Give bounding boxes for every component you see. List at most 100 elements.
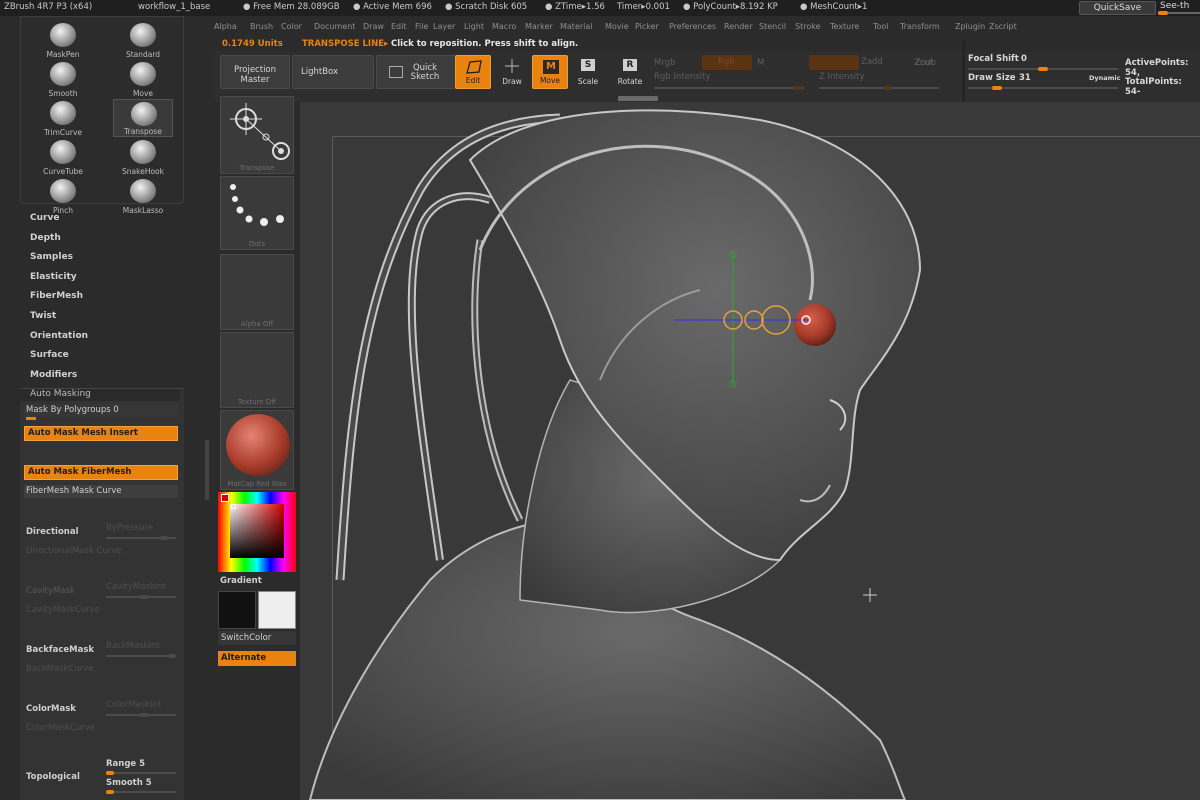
subpalette-modifiers[interactable]: Modifiers bbox=[30, 370, 77, 380]
mask-by-polygroups-slider[interactable]: Mask By Polygroups 0 bbox=[24, 404, 178, 420]
subpalette-orientation[interactable]: Orientation bbox=[30, 331, 88, 341]
left-tray-scroll[interactable] bbox=[205, 440, 209, 500]
subpalette-samples[interactable]: Samples bbox=[30, 252, 73, 262]
menu-render[interactable]: Render bbox=[724, 22, 752, 31]
alpha-slot[interactable]: Alpha Off bbox=[220, 254, 294, 330]
menu-zplugin[interactable]: Zplugin bbox=[955, 22, 985, 31]
brush-transpose[interactable]: Transpose bbox=[113, 99, 173, 137]
move-button[interactable]: M Move bbox=[532, 55, 568, 89]
secondary-color-swatch[interactable] bbox=[258, 591, 296, 629]
directional-mask-curve[interactable]: DirectionalMask Curve bbox=[26, 546, 122, 556]
directional-toggle[interactable]: Directional bbox=[26, 527, 78, 537]
color-picker[interactable] bbox=[218, 492, 296, 572]
brush-trimcurve[interactable]: TrimCurve bbox=[33, 99, 93, 137]
menu-light[interactable]: Light bbox=[464, 22, 484, 31]
subpalette-elasticity[interactable]: Elasticity bbox=[30, 272, 77, 282]
brush-standard[interactable]: Standard bbox=[113, 21, 173, 59]
brush-curvetube[interactable]: CurveTube bbox=[33, 138, 93, 176]
brush-pinch[interactable]: Pinch bbox=[33, 177, 93, 215]
menu-material[interactable]: Material bbox=[560, 22, 593, 31]
rgb-toggle[interactable]: Rgb bbox=[702, 55, 752, 70]
brush-snakehook[interactable]: SnakeHook bbox=[113, 138, 173, 176]
menu-zscript[interactable]: Zscript bbox=[989, 22, 1017, 31]
subpalette-curve[interactable]: Curve bbox=[30, 213, 59, 223]
subpalette-fibermesh[interactable]: FiberMesh bbox=[30, 291, 83, 301]
draw-size-slider[interactable] bbox=[968, 86, 1118, 90]
zcut-toggle[interactable]: Zcut bbox=[914, 58, 933, 68]
focal-shift-slider[interactable] bbox=[968, 67, 1118, 71]
color-mask-int-slider[interactable]: ColorMaskInt bbox=[106, 700, 161, 710]
see-through-slider[interactable] bbox=[1158, 11, 1200, 15]
menu-document[interactable]: Document bbox=[314, 22, 355, 31]
stroke-dots-slot[interactable]: Dots bbox=[220, 176, 294, 250]
quick-sketch-button[interactable]: Quick Sketch bbox=[376, 55, 456, 89]
menu-brush[interactable]: Brush bbox=[250, 22, 273, 31]
subpalette-twist[interactable]: Twist bbox=[30, 311, 56, 321]
back-mask-int-track[interactable] bbox=[106, 654, 176, 658]
scale-button[interactable]: S Scale bbox=[572, 55, 604, 89]
menu-macro[interactable]: Macro bbox=[492, 22, 516, 31]
menu-preferences[interactable]: Preferences bbox=[669, 22, 716, 31]
brush-move[interactable]: Move bbox=[113, 60, 173, 98]
main-color-swatch[interactable] bbox=[218, 591, 256, 629]
range-track[interactable] bbox=[106, 771, 176, 775]
menu-marker[interactable]: Marker bbox=[525, 22, 553, 31]
mrgb-toggle[interactable]: Mrgb bbox=[654, 58, 675, 68]
color-mask-int-track[interactable] bbox=[106, 713, 176, 717]
draw-button[interactable]: Draw bbox=[494, 55, 530, 89]
subpalette-depth[interactable]: Depth bbox=[30, 233, 61, 243]
fibermesh-mask-curve[interactable]: FiberMesh Mask Curve bbox=[24, 485, 178, 498]
rgb-intensity-slider[interactable] bbox=[654, 86, 804, 90]
rotate-button[interactable]: R Rotate bbox=[612, 55, 648, 89]
menu-transform[interactable]: Transform bbox=[900, 22, 940, 31]
cavity-mask-int-track[interactable] bbox=[106, 595, 176, 599]
z-intensity-slider[interactable] bbox=[819, 86, 939, 90]
color-picker-square[interactable] bbox=[230, 504, 284, 558]
smooth-track[interactable] bbox=[106, 790, 176, 794]
brush-smooth[interactable]: Smooth bbox=[33, 60, 93, 98]
cavity-mask-int-slider[interactable]: CavityMaskInt bbox=[106, 582, 166, 592]
menu-stencil[interactable]: Stencil bbox=[759, 22, 786, 31]
quicksave-button[interactable]: QuickSave bbox=[1079, 1, 1156, 15]
backface-mask-toggle[interactable]: BackfaceMask bbox=[26, 645, 94, 655]
texture-slot[interactable]: Texture Off bbox=[220, 332, 294, 408]
lightbox-button[interactable]: LightBox bbox=[292, 55, 374, 89]
m-toggle[interactable]: M bbox=[757, 58, 764, 68]
gradient-label[interactable]: Gradient bbox=[220, 576, 262, 586]
auto-mask-mesh-insert-toggle[interactable]: Auto Mask Mesh Insert bbox=[24, 426, 178, 441]
topological-toggle[interactable]: Topological bbox=[26, 772, 80, 782]
zadd-toggle[interactable]: Zadd bbox=[809, 55, 883, 70]
menu-picker[interactable]: Picker bbox=[635, 22, 659, 31]
back-mask-int-slider[interactable]: BackMaskInt bbox=[106, 641, 160, 651]
menu-stroke[interactable]: Stroke bbox=[795, 22, 821, 31]
menu-layer[interactable]: Layer bbox=[433, 22, 455, 31]
menu-movie[interactable]: Movie bbox=[605, 22, 629, 31]
transpose-brush-slot[interactable]: Transpose bbox=[220, 96, 294, 174]
brush-maskpen[interactable]: MaskPen bbox=[33, 21, 93, 59]
by-pressure-slider[interactable]: ByPressure bbox=[106, 523, 153, 533]
menu-draw[interactable]: Draw bbox=[363, 22, 384, 31]
color-mask-toggle[interactable]: ColorMask bbox=[26, 704, 76, 714]
cavity-mask-curve[interactable]: CavityMaskCurve bbox=[26, 605, 100, 615]
alternate-toggle[interactable]: Alternate bbox=[218, 651, 296, 666]
edit-button[interactable]: Edit bbox=[455, 55, 491, 89]
menu-edit[interactable]: Edit bbox=[391, 22, 407, 31]
primary-color-swatch[interactable] bbox=[221, 494, 229, 502]
range-slider[interactable]: Range 5 bbox=[106, 759, 145, 769]
menu-texture[interactable]: Texture bbox=[830, 22, 859, 31]
back-mask-curve[interactable]: BackMaskCurve bbox=[26, 664, 94, 674]
cavity-mask-toggle[interactable]: CavityMask bbox=[26, 586, 75, 596]
auto-masking-header[interactable]: Auto Masking bbox=[20, 389, 180, 401]
color-mask-curve[interactable]: ColorMaskCurve bbox=[26, 723, 95, 733]
dynamic-toggle[interactable]: Dynamic bbox=[1089, 74, 1121, 82]
projection-master-button[interactable]: Projection Master bbox=[220, 55, 290, 89]
auto-mask-fibermesh-toggle[interactable]: Auto Mask FiberMesh bbox=[24, 465, 178, 480]
menu-alpha[interactable]: Alpha bbox=[214, 22, 237, 31]
smooth-slider[interactable]: Smooth 5 bbox=[106, 778, 152, 788]
by-pressure-track[interactable] bbox=[106, 536, 176, 540]
document-canvas[interactable] bbox=[300, 102, 1200, 800]
switch-color-button[interactable]: SwitchColor bbox=[218, 631, 296, 645]
menu-file[interactable]: File bbox=[415, 22, 428, 31]
menu-tool[interactable]: Tool bbox=[873, 22, 889, 31]
subpalette-surface[interactable]: Surface bbox=[30, 350, 69, 360]
